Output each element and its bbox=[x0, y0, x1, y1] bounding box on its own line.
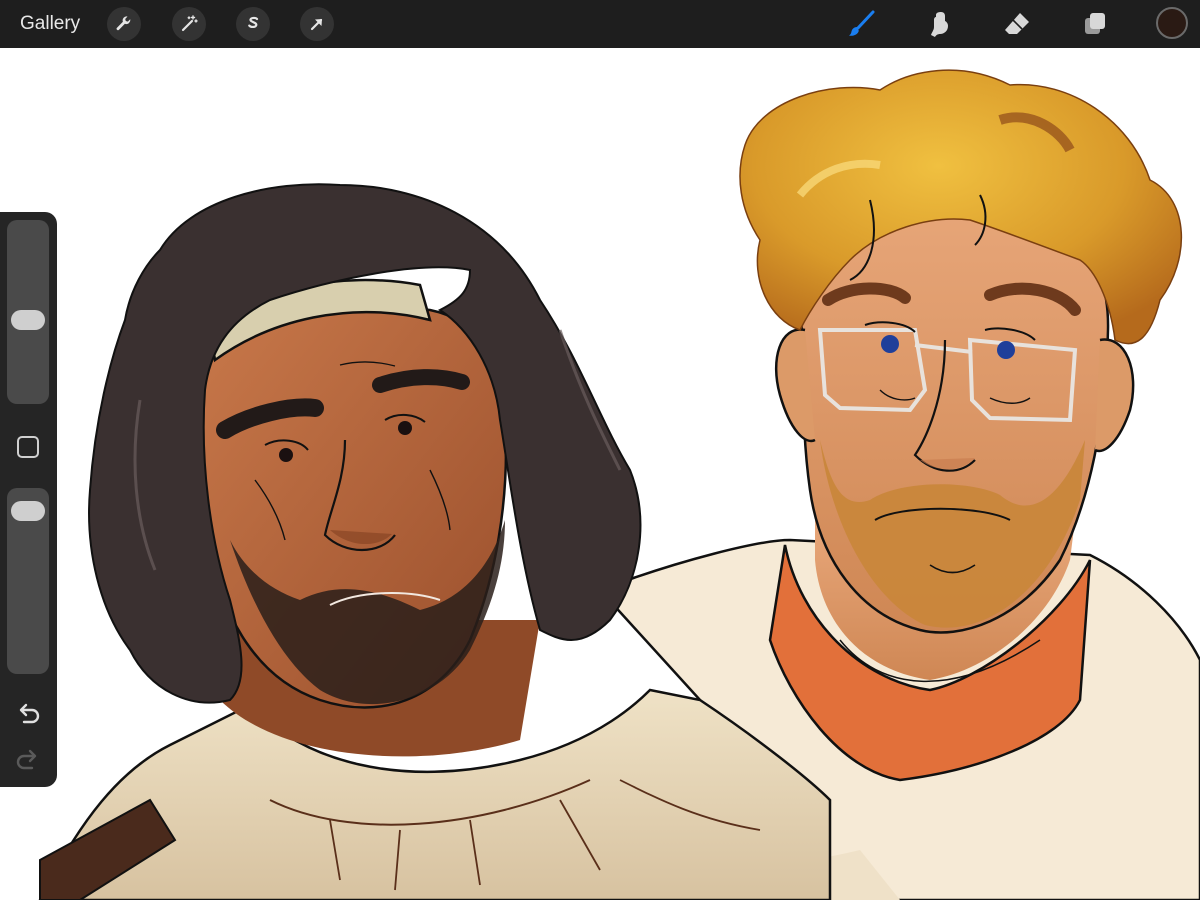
artwork-illustration bbox=[38, 69, 1200, 900]
layers-icon bbox=[1085, 13, 1105, 34]
drawing-canvas[interactable] bbox=[0, 48, 1200, 900]
eraser-icon bbox=[1005, 13, 1029, 34]
brush-icon bbox=[849, 10, 875, 36]
dark-right-eye bbox=[398, 421, 412, 435]
modify-button[interactable] bbox=[16, 435, 40, 459]
actions-button[interactable] bbox=[107, 7, 141, 41]
adjustments-button[interactable] bbox=[172, 7, 206, 41]
layers-tool[interactable] bbox=[1077, 6, 1113, 42]
undo-arrow-icon bbox=[19, 703, 40, 724]
eraser-tool[interactable] bbox=[999, 6, 1035, 42]
gallery-button[interactable]: Gallery bbox=[20, 0, 80, 48]
brush-tool[interactable] bbox=[844, 6, 880, 42]
top-toolbar: Gallery bbox=[0, 0, 1200, 48]
transform-button[interactable] bbox=[300, 7, 334, 41]
arrow-cursor-icon bbox=[310, 18, 323, 31]
selection-s-icon bbox=[248, 16, 259, 29]
blond-left-eye bbox=[881, 335, 899, 353]
brush-sidebar bbox=[0, 212, 57, 787]
brush-size-thumb[interactable] bbox=[11, 310, 45, 330]
undo-button[interactable] bbox=[14, 698, 42, 726]
wrench-icon bbox=[116, 16, 131, 31]
blond-right-eye bbox=[997, 341, 1015, 359]
square-modify-icon bbox=[17, 436, 39, 458]
opacity-slider[interactable] bbox=[7, 488, 49, 674]
procreate-app: Gallery bbox=[0, 0, 1200, 900]
smudge-finger-icon bbox=[931, 12, 948, 37]
redo-arrow-icon bbox=[16, 749, 37, 770]
redo-button[interactable] bbox=[14, 744, 42, 772]
smudge-tool[interactable] bbox=[921, 6, 957, 42]
opacity-thumb[interactable] bbox=[11, 501, 45, 521]
brush-size-slider[interactable] bbox=[7, 220, 49, 404]
dark-hair-character bbox=[38, 183, 832, 900]
selection-button[interactable] bbox=[236, 7, 270, 41]
dark-left-eye bbox=[279, 448, 293, 462]
color-picker-swatch[interactable] bbox=[1156, 7, 1188, 39]
magic-wand-icon bbox=[181, 15, 198, 32]
